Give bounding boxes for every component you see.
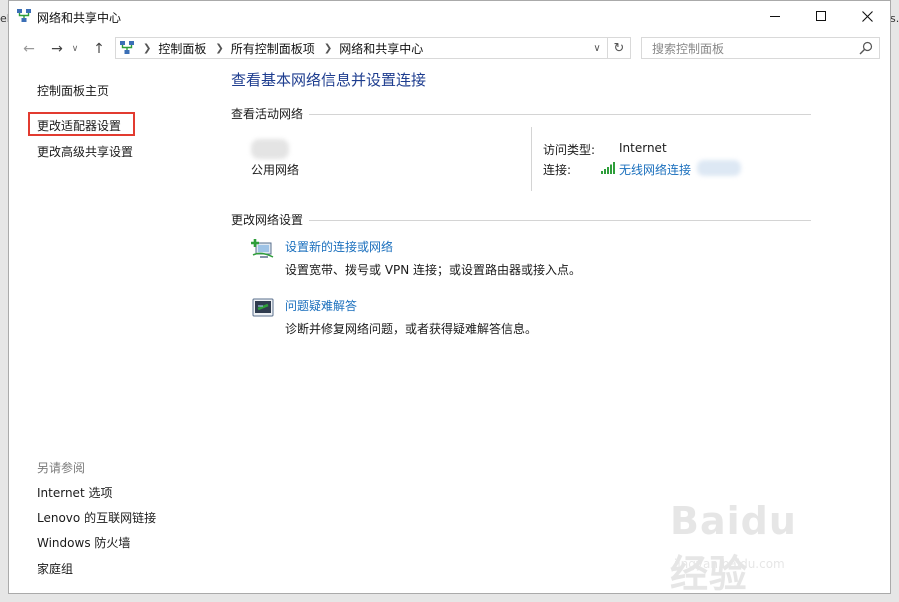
watermark-url: jingyan.baidu.com <box>674 557 785 571</box>
troubleshoot-icon <box>252 298 274 317</box>
change-settings-section: 更改网络设置 <box>231 211 811 228</box>
close-button[interactable] <box>844 1 890 31</box>
search-input[interactable] <box>650 39 854 59</box>
minimize-button[interactable] <box>752 1 798 31</box>
title-bar[interactable]: 网络和共享中心 <box>9 1 890 33</box>
breadcrumb-control-panel[interactable]: 控制面板 <box>158 40 206 57</box>
close-icon <box>861 10 873 22</box>
watermark-brand: Baidu 经验 <box>670 499 797 596</box>
address-bar[interactable]: ❯ 控制面板 ❯ 所有控制面板项 ❯ 网络和共享中心 ∨ ↻ <box>115 37 631 59</box>
see-also-homegroup-link[interactable]: 家庭组 <box>37 560 73 577</box>
refresh-button[interactable]: ↻ <box>607 38 630 58</box>
troubleshoot-link[interactable]: 问题疑难解答 <box>285 297 357 314</box>
chevron-down-icon: ∨ <box>71 44 79 54</box>
maximize-button[interactable] <box>798 1 844 31</box>
connection-label: 连接: <box>543 163 572 177</box>
network-type-link[interactable]: 公用网络 <box>251 161 299 178</box>
setup-new-connection-link[interactable]: 设置新的连接或网络 <box>285 238 393 255</box>
network-icon <box>17 9 31 22</box>
network-sharing-center-window: 网络和共享中心 ← → ∨ ↑ ❯ 控制面板 ❯ 所有控制面板项 ❯ 网络和共享… <box>8 0 891 596</box>
chevron-right-icon[interactable]: ❯ <box>324 43 332 54</box>
see-also-internet-options-link[interactable]: Internet 选项 <box>37 484 112 501</box>
see-also-heading: 另请参阅 <box>37 461 86 475</box>
control-panel-icon <box>120 41 134 54</box>
arrow-left-icon: ← <box>23 41 35 57</box>
divider <box>309 220 811 221</box>
page-title: 查看基本网络信息并设置连接 <box>231 71 427 89</box>
arrow-up-icon: ↑ <box>93 41 105 57</box>
background-window-left: el <box>0 0 10 602</box>
breadcrumb: ❯ 控制面板 ❯ 所有控制面板项 ❯ 网络和共享中心 <box>134 40 423 57</box>
background-partial-text: s. <box>890 12 899 25</box>
chevron-down-icon: ∨ <box>593 42 601 54</box>
wifi-signal-icon <box>601 162 615 174</box>
see-also-firewall-link[interactable]: Windows 防火墙 <box>37 534 130 551</box>
access-type-value: Internet <box>619 141 667 155</box>
control-panel-home-link[interactable]: 控制面板主页 <box>37 82 109 99</box>
change-adapter-settings-link[interactable]: 更改适配器设置 <box>37 117 121 134</box>
ssid-redacted <box>697 160 741 176</box>
address-dropdown-button[interactable]: ∨ <box>588 38 606 58</box>
active-networks-section: 查看活动网络 <box>231 105 811 122</box>
search-box[interactable] <box>641 37 880 59</box>
wireless-connection-link[interactable]: 无线网络连接 <box>619 161 691 178</box>
left-pane: 控制面板主页 更改适配器设置 更改高级共享设置 另请参阅 Internet 选项… <box>9 65 219 585</box>
divider <box>309 114 811 115</box>
maximize-icon <box>816 11 826 21</box>
minimize-icon <box>770 16 780 17</box>
divider <box>531 127 532 191</box>
chevron-right-icon[interactable]: ❯ <box>215 43 223 54</box>
baidu-watermark: Baidu 经验 jingyan.baidu.com <box>670 499 840 596</box>
breadcrumb-all-items[interactable]: 所有控制面板项 <box>231 40 315 57</box>
background-window-right: s. <box>890 0 899 602</box>
breadcrumb-network-sharing[interactable]: 网络和共享中心 <box>339 40 423 57</box>
arrow-right-icon: → <box>51 41 63 57</box>
troubleshoot-description: 诊断并修复网络问题，或者获得疑难解答信息。 <box>285 322 538 336</box>
back-button[interactable]: ← <box>19 39 39 59</box>
refresh-icon: ↻ <box>613 40 625 56</box>
change-advanced-sharing-link[interactable]: 更改高级共享设置 <box>37 143 133 160</box>
search-icon[interactable] <box>859 41 873 55</box>
window-title: 网络和共享中心 <box>37 11 122 25</box>
forward-button[interactable]: → <box>47 39 67 59</box>
recent-locations-button[interactable]: ∨ <box>69 39 81 59</box>
see-also-lenovo-link[interactable]: Lenovo 的互联网链接 <box>37 509 156 526</box>
section-heading: 更改网络设置 <box>231 213 304 227</box>
navigation-bar: ← → ∨ ↑ ❯ 控制面板 ❯ 所有控制面板项 ❯ 网络和共享中心 ∨ ↻ <box>9 33 890 65</box>
chevron-right-icon: ❯ <box>143 42 152 54</box>
access-type-label: 访问类型: <box>543 143 596 157</box>
section-heading: 查看活动网络 <box>231 107 304 121</box>
setup-new-connection-description: 设置宽带、拨号或 VPN 连接；或设置路由器或接入点。 <box>285 263 582 277</box>
new-connection-icon <box>251 239 274 258</box>
up-button[interactable]: ↑ <box>89 39 109 59</box>
network-name-redacted <box>251 139 289 159</box>
